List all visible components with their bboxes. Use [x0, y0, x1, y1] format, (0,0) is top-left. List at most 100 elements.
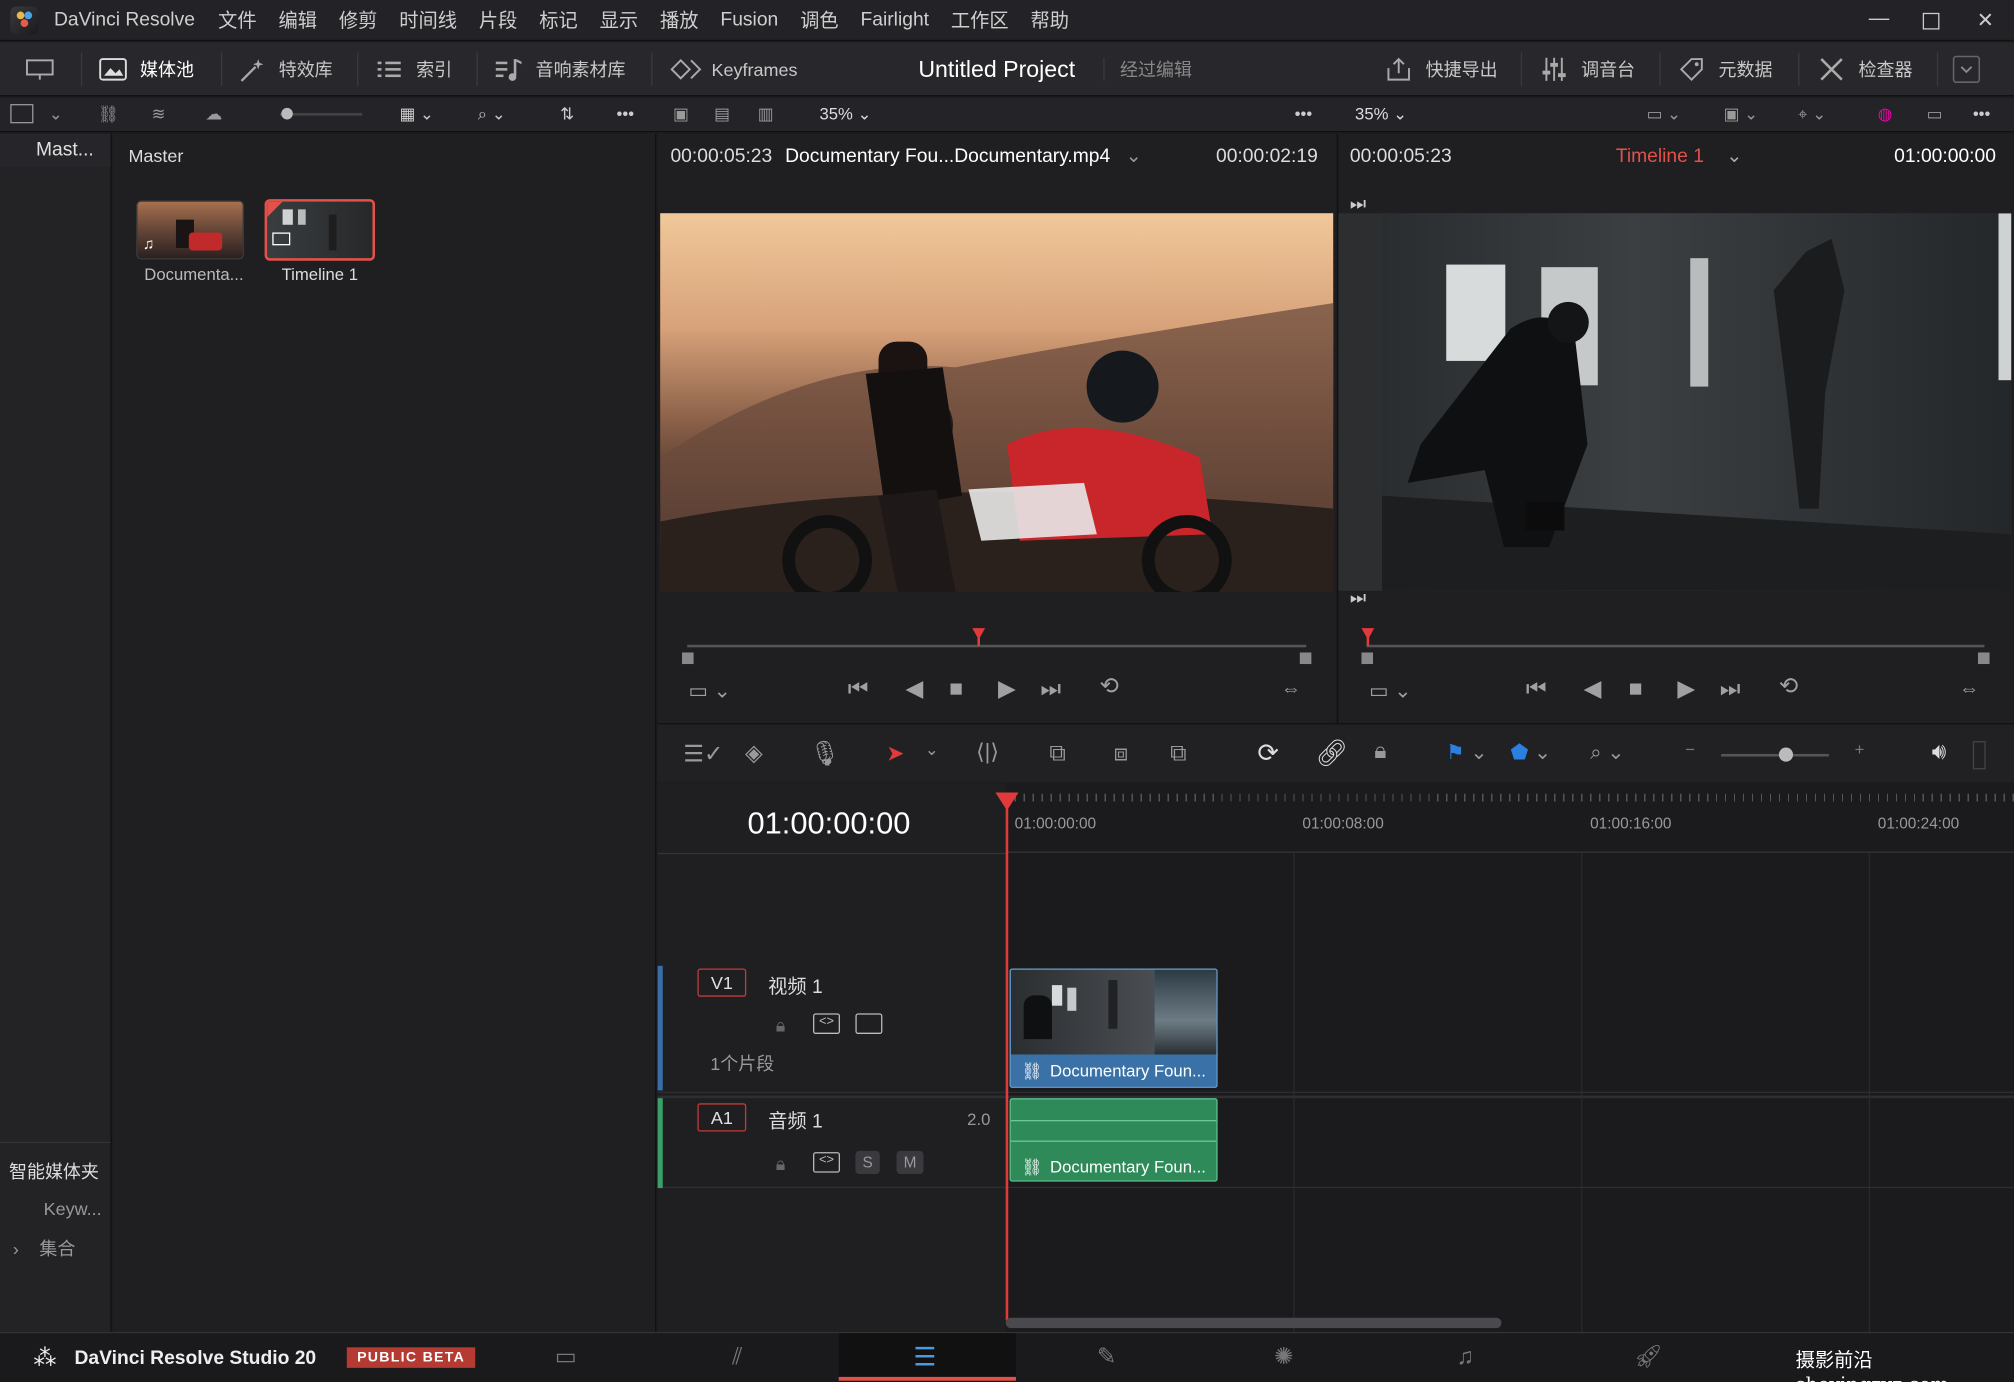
- timeline-loop-icon[interactable]: ⟲: [1779, 673, 1798, 700]
- speaker-icon[interactable]: 🔊︎: [1932, 739, 1947, 766]
- menu-clip[interactable]: 片段: [479, 6, 518, 33]
- timeline-out-marker[interactable]: [1977, 652, 1990, 665]
- smart-bin-keywords[interactable]: Keyw...: [44, 1198, 102, 1219]
- source-video-frame[interactable]: [660, 213, 1334, 593]
- source-loop-icon[interactable]: ⟲: [1099, 673, 1118, 700]
- mixer-button[interactable]: 调音台: [1540, 42, 1635, 96]
- fusion-page-icon[interactable]: ✎: [1097, 1343, 1116, 1370]
- position-lock-icon[interactable]: 🔒︎: [1374, 737, 1386, 764]
- a1-track-name[interactable]: 音频 1: [768, 1107, 823, 1134]
- replace-clip-icon[interactable]: ⧉: [1170, 740, 1187, 767]
- source-zoom-select[interactable]: 35% ⌄: [819, 104, 871, 125]
- timeline-scrub-bar[interactable]: [1366, 644, 1985, 648]
- timeline-fullscreen-icon[interactable]: ⇔: [1959, 678, 1980, 701]
- slider-knob[interactable]: [281, 107, 293, 120]
- collections-item[interactable]: › 集合: [13, 1236, 76, 1262]
- fairlight-page-icon[interactable]: ♫: [1457, 1343, 1474, 1370]
- media-page-icon[interactable]: ▭: [555, 1343, 577, 1370]
- close-icon[interactable]: ✕: [1977, 8, 1994, 34]
- keyframe-track-icon[interactable]: ◈: [745, 740, 763, 767]
- sidebar-toggle-icon[interactable]: [10, 104, 34, 124]
- color-page-icon[interactable]: ✺: [1274, 1343, 1293, 1370]
- workspace-toggle-icon[interactable]: [26, 42, 54, 96]
- cut-page-icon[interactable]: ⫽: [732, 1343, 742, 1370]
- source-jump-end-icon[interactable]: ⏭: [1040, 676, 1061, 703]
- timeline-ruler[interactable]: [1005, 783, 2014, 853]
- keyframes-button[interactable]: Keyframes: [670, 42, 798, 96]
- v1-autoselect-icon[interactable]: <>: [813, 1013, 840, 1034]
- minimize-icon[interactable]: —: [1869, 8, 1890, 31]
- deliver-page-icon[interactable]: 🚀︎: [1634, 1343, 1663, 1370]
- source-in-marker[interactable]: [682, 652, 694, 665]
- timeline-viewer-playhead-knob[interactable]: [1361, 628, 1375, 640]
- source-playhead-knob[interactable]: [972, 628, 986, 640]
- timeline-playhead-knob[interactable]: [995, 792, 1019, 811]
- quick-export-button[interactable]: 快捷导出: [1385, 42, 1498, 96]
- cloud-icon[interactable]: ☁: [206, 104, 223, 125]
- v1-video-toggle-icon[interactable]: [855, 1013, 883, 1034]
- zoom-view-icon[interactable]: ⌕ ⌄: [1590, 740, 1624, 766]
- timeline-jump-end-icon[interactable]: ⏭: [1720, 676, 1741, 703]
- source-clip-name[interactable]: Documentary Fou...Documentary.mp4: [785, 144, 1110, 166]
- selection-tool-icon[interactable]: ➤: [886, 741, 904, 767]
- video-clip[interactable]: ⛓ Documentary Foun...: [1009, 968, 1218, 1088]
- source-stop-icon[interactable]: ■: [949, 676, 963, 703]
- safe-area-icon[interactable]: ▭ ⌄: [1647, 104, 1681, 125]
- source-jump-start-icon[interactable]: ⏮: [848, 676, 869, 703]
- sound-library-button[interactable]: 音响素材库: [494, 42, 626, 96]
- timeline-zoom-knob[interactable]: [1778, 747, 1794, 762]
- grid-view-icon[interactable]: ▦ ⌄: [399, 104, 433, 125]
- menu-edit[interactable]: 编辑: [278, 6, 317, 33]
- link-off-icon[interactable]: ⛓: [98, 104, 119, 125]
- flag-icon[interactable]: ⚑ ⌄: [1446, 740, 1487, 766]
- timeline-play-icon[interactable]: ▶: [1677, 676, 1695, 703]
- maximize-icon[interactable]: [1922, 12, 1940, 30]
- v1-track-name[interactable]: 视频 1: [768, 972, 823, 999]
- timeline-options-icon[interactable]: ☰✓: [683, 741, 723, 768]
- menu-playback[interactable]: 播放: [660, 6, 699, 33]
- source-more-icon[interactable]: •••: [1295, 104, 1313, 123]
- overwrite-clip-icon[interactable]: ⧈: [1114, 740, 1129, 767]
- timeline-zoom-slider[interactable]: [1721, 753, 1829, 757]
- timeline-playhead[interactable]: [1005, 806, 1009, 1321]
- timeline-name[interactable]: Timeline 1: [1616, 144, 1704, 166]
- index-button[interactable]: 索引: [375, 42, 452, 96]
- source-scrub-bar[interactable]: [687, 644, 1307, 648]
- a1-solo-button[interactable]: S: [855, 1150, 880, 1174]
- clip-dropdown-icon[interactable]: ⌄: [1126, 144, 1142, 167]
- multiview-icon[interactable]: ▥: [758, 104, 774, 125]
- transform-icon[interactable]: ⌖ ⌄: [1798, 104, 1826, 125]
- menu-view[interactable]: 显示: [600, 6, 639, 33]
- edit-page-tab[interactable]: ☰: [838, 1333, 1016, 1381]
- go-to-end-bottom-icon[interactable]: ⏭: [1350, 587, 1366, 609]
- timeline-jump-start-icon[interactable]: ⏮: [1526, 676, 1547, 703]
- menu-file[interactable]: 文件: [218, 6, 257, 33]
- timeline-thumbnail[interactable]: [264, 199, 376, 261]
- filmstrip-icon[interactable]: ▤: [714, 104, 730, 125]
- menu-fusion[interactable]: Fusion: [720, 9, 778, 31]
- selection-dropdown-icon[interactable]: ⌄: [925, 740, 939, 761]
- source-clip-view-icon[interactable]: ▭ ⌄: [688, 678, 730, 704]
- linked-selection-icon[interactable]: 🔗︎: [1315, 737, 1348, 769]
- timeline-zoom-select[interactable]: 35% ⌄: [1355, 104, 1407, 125]
- image-view-icon[interactable]: ▣: [673, 104, 689, 125]
- effects-button[interactable]: 特效库: [238, 42, 333, 96]
- source-match-frame-icon[interactable]: ⇔: [1281, 678, 1302, 701]
- caption-icon[interactable]: ≋: [152, 104, 166, 125]
- menu-workspace[interactable]: 工作区: [951, 6, 1009, 33]
- menu-color[interactable]: 调色: [800, 6, 839, 33]
- source-out-marker[interactable]: [1299, 652, 1312, 665]
- timeline-stop-icon[interactable]: ■: [1629, 676, 1643, 703]
- viewer-layout-icon[interactable]: ▭: [1927, 104, 1943, 125]
- timeline-reverse-icon[interactable]: ◀: [1584, 676, 1602, 703]
- microphone-icon[interactable]: 🎙︎: [809, 739, 840, 770]
- chevron-down-icon[interactable]: ⌄: [49, 104, 63, 125]
- menu-timeline[interactable]: 时间线: [399, 6, 457, 33]
- more-options-icon[interactable]: •••: [617, 104, 635, 123]
- inspector-button[interactable]: 检查器: [1817, 42, 1912, 96]
- expand-panel-icon[interactable]: [1952, 42, 1981, 96]
- menu-help[interactable]: 帮助: [1031, 6, 1070, 33]
- a1-mute-button[interactable]: M: [896, 1150, 924, 1174]
- timeline-dropdown-icon[interactable]: ⌄: [1726, 144, 1742, 167]
- menu-fairlight[interactable]: Fairlight: [860, 9, 929, 31]
